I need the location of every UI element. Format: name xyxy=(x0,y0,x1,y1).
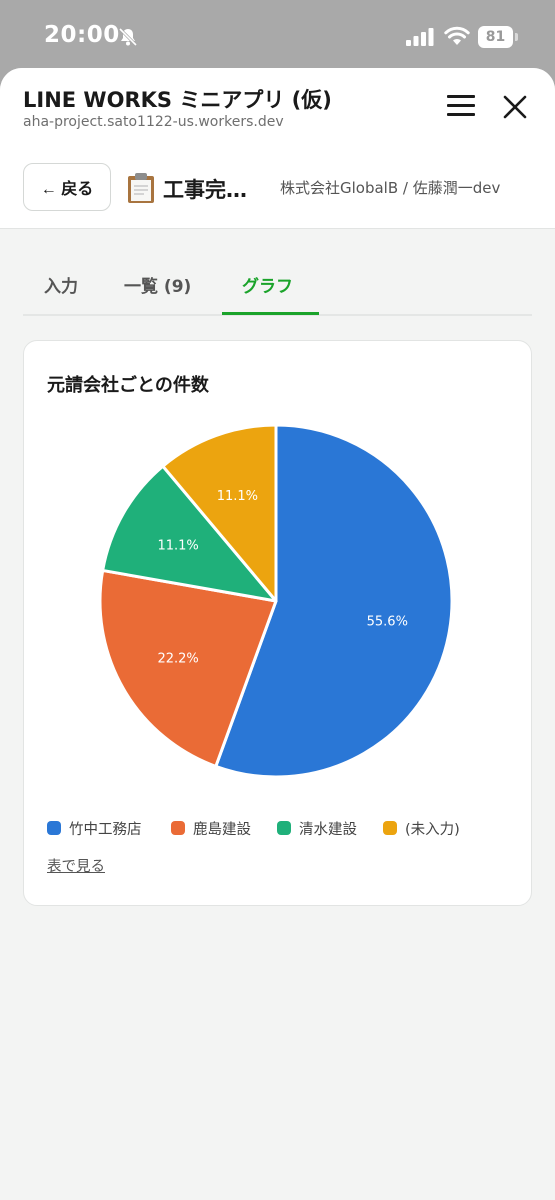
app-title: LINE WORKS ミニアプリ (仮) xyxy=(23,88,332,112)
view-as-table-link[interactable]: 表で見る xyxy=(47,855,105,876)
tab-bar: 入力 一覧 (9) グラフ xyxy=(23,264,532,316)
back-button[interactable]: ← 戻る xyxy=(23,163,111,211)
legend-label: 鹿島建設 xyxy=(193,821,251,838)
pie-slice-label: 11.1% xyxy=(217,489,258,504)
signal-icon xyxy=(406,28,434,46)
legend-label: (未入力) xyxy=(405,821,460,838)
chart-card: 元請会社ごとの件数 55.6% 22.2% 11.1% 11.1% 竹中工務店 鹿島建設… xyxy=(23,340,532,906)
legend-swatch xyxy=(383,821,397,835)
legend-item[interactable]: 鹿島建設 xyxy=(171,817,251,839)
pie-slice-label: 22.2% xyxy=(157,652,198,667)
app-url: aha-project.sato1122-us.workers.dev xyxy=(23,114,284,130)
org-user-label: 株式会社GlobalB / 佐藤潤一dev xyxy=(280,179,501,197)
legend-swatch xyxy=(171,821,185,835)
battery-icon: 81 xyxy=(478,26,518,48)
chart-legend: 竹中工務店 鹿島建設 清水建設 (未入力) xyxy=(47,817,517,839)
close-icon[interactable] xyxy=(501,93,529,121)
legend-swatch xyxy=(47,821,61,835)
legend-item[interactable]: (未入力) xyxy=(383,817,460,839)
pie-slice-label: 55.6% xyxy=(367,615,408,630)
status-time: 20:00 xyxy=(44,22,120,48)
legend-label: 竹中工務店 xyxy=(69,821,142,838)
mini-app-sheet: LINE WORKS ミニアプリ (仮) aha-project.sato112… xyxy=(0,68,555,1200)
legend-item[interactable]: 竹中工務店 xyxy=(47,817,142,839)
legend-item[interactable]: 清水建設 xyxy=(277,817,357,839)
form-title: 工事完… xyxy=(163,178,247,202)
chart-title: 元請会社ごとの件数 xyxy=(47,375,209,396)
bell-muted-icon xyxy=(117,26,139,48)
pie-slice-label: 11.1% xyxy=(157,539,198,554)
tab-list[interactable]: 一覧 (9) xyxy=(124,272,191,297)
active-tab-indicator xyxy=(222,312,319,315)
hamburger-menu-icon[interactable] xyxy=(447,95,475,117)
wifi-icon xyxy=(444,26,470,46)
app-header: LINE WORKS ミニアプリ (仮) aha-project.sato112… xyxy=(0,68,555,229)
legend-swatch xyxy=(277,821,291,835)
battery-level: 81 xyxy=(478,26,513,48)
pie-chart: 55.6% 22.2% 11.1% 11.1% xyxy=(98,423,454,779)
status-bar: 20:00 81 xyxy=(0,0,555,68)
tab-graph[interactable]: グラフ xyxy=(242,272,293,297)
clipboard-icon xyxy=(127,172,155,204)
legend-label: 清水建設 xyxy=(299,821,357,838)
tab-input[interactable]: 入力 xyxy=(44,272,78,297)
